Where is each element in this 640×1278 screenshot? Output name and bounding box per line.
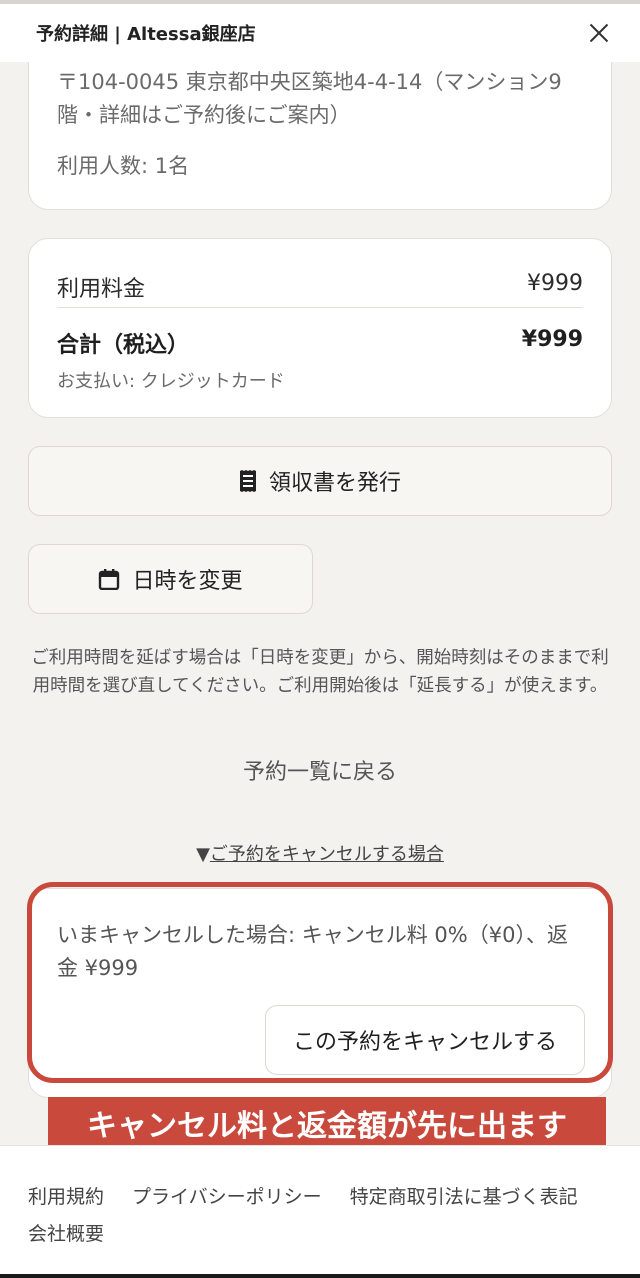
terms-link[interactable]: 利用規約 bbox=[28, 1182, 104, 1209]
triangle-down-icon: ▼ bbox=[196, 844, 210, 865]
divider bbox=[57, 307, 583, 308]
calendar-icon bbox=[98, 568, 120, 590]
fee-row: 利用料金 ¥999 bbox=[57, 271, 583, 303]
issue-receipt-button[interactable]: 領収書を発行 bbox=[28, 446, 612, 516]
total-label: 合計（税込） bbox=[57, 333, 190, 358]
privacy-link[interactable]: プライバシーポリシー bbox=[132, 1182, 322, 1209]
cancel-fee-info: いまキャンセルした場合: キャンセル料 0%（¥0）、返金 ¥999 bbox=[57, 923, 568, 980]
extend-notice: ご利用時間を延ばす場合は「日時を変更」から、開始時刻はそのままで利用時間を選び直… bbox=[31, 648, 609, 696]
price-card: 利用料金 ¥999 合計（税込） ¥999 お支払い: クレジットカード bbox=[28, 238, 612, 418]
cancel-toggle[interactable]: ▼ご予約をキャンセルする場合 bbox=[0, 840, 640, 866]
annotation-banner: キャンセル料と返金額が先に出ます bbox=[48, 1097, 606, 1149]
back-to-list-link[interactable]: 予約一覧に戻る bbox=[0, 754, 640, 786]
close-icon[interactable] bbox=[586, 20, 612, 46]
page-title: 予約詳細 | Altessa銀座店 bbox=[36, 24, 256, 45]
change-datetime-label: 日時を変更 bbox=[132, 569, 243, 594]
address-text: 〒104-0045 東京都中央区築地4-4-14（マンション9階・詳細はご予約後… bbox=[57, 70, 562, 127]
footer-links: 利用規約 プライバシーポリシー 特定商取引法に基づく表記 会社概要 bbox=[28, 1182, 618, 1246]
fee-value: ¥999 bbox=[527, 271, 583, 296]
cancel-reservation-button[interactable]: この予約をキャンセルする bbox=[265, 1005, 585, 1075]
bottom-bar bbox=[0, 1274, 640, 1278]
modal-header: 予約詳細 | Altessa銀座店 bbox=[0, 4, 640, 62]
fee-label: 利用料金 bbox=[57, 277, 146, 302]
total-value: ¥999 bbox=[521, 327, 583, 352]
change-datetime-button[interactable]: 日時を変更 bbox=[28, 544, 313, 614]
people-count: 利用人数: 1名 bbox=[57, 154, 190, 178]
total-row: 合計（税込） ¥999 bbox=[57, 327, 583, 359]
cancel-toggle-label: ご予約をキャンセルする場合 bbox=[209, 844, 444, 865]
receipt-icon bbox=[239, 470, 257, 492]
commerce-law-link[interactable]: 特定商取引法に基づく表記 bbox=[350, 1182, 578, 1209]
payment-method: お支払い: クレジットカード bbox=[57, 371, 285, 392]
issue-receipt-label: 領収書を発行 bbox=[268, 471, 401, 496]
cancel-card: いまキャンセルした場合: キャンセル料 0%（¥0）、返金 ¥999 この予約を… bbox=[28, 888, 612, 1098]
company-link[interactable]: 会社概要 bbox=[28, 1219, 104, 1246]
footer: 利用規約 プライバシーポリシー 特定商取引法に基づく表記 会社概要 bbox=[0, 1145, 640, 1274]
